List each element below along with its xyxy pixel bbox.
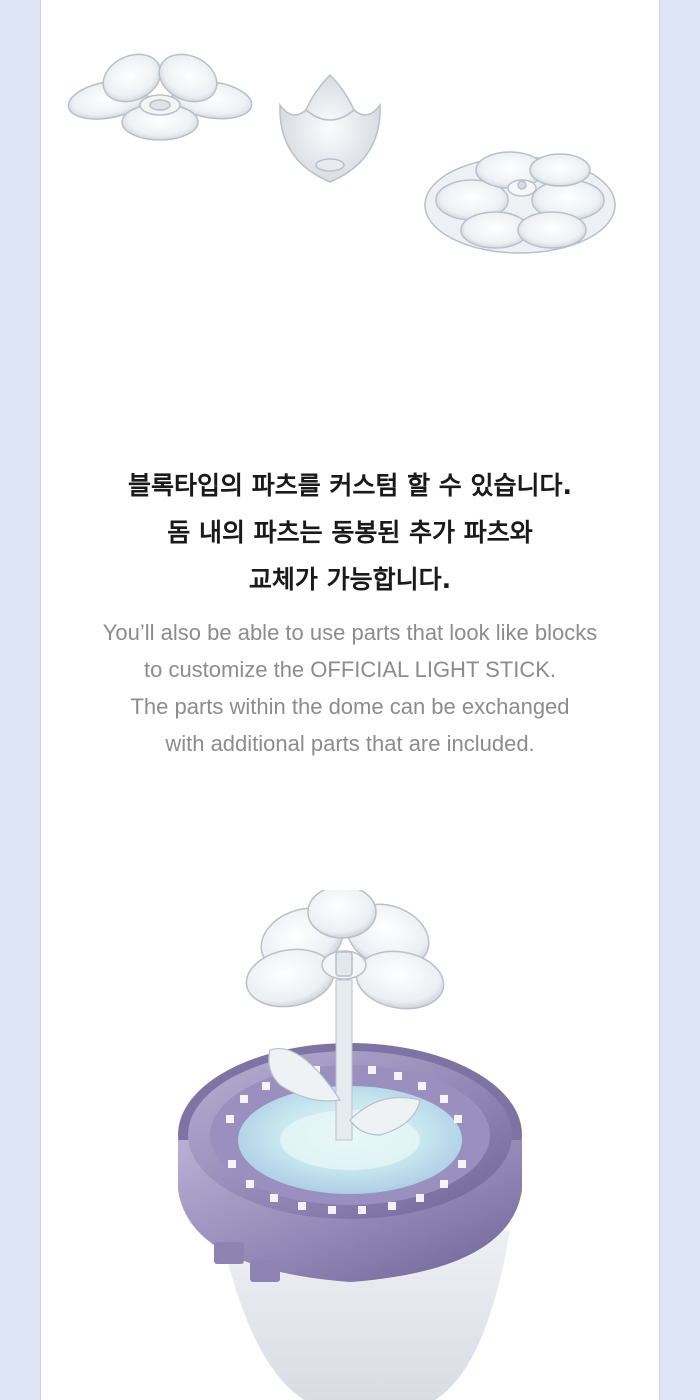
- disc-flower-part: [424, 151, 616, 254]
- english-description: You’ll also be able to use parts that lo…: [40, 614, 660, 762]
- english-line: to customize the OFFICIAL LIGHT STICK.: [143, 657, 556, 682]
- side-button: [214, 1242, 244, 1264]
- tulip-cup-part: [279, 73, 381, 183]
- side-button: [250, 1260, 280, 1282]
- light-stick-image: [178, 890, 522, 1400]
- flat-flower-part: [67, 53, 253, 141]
- english-line: with additional parts that are included.: [165, 731, 535, 756]
- flower-parts-image: [67, 53, 616, 254]
- korean-line: 돔 내의 파츠는 동봉된 추가 파츠와: [167, 518, 533, 547]
- flower-stem: [335, 979, 353, 1141]
- korean-line: 교체가 가능합니다.: [248, 565, 452, 594]
- english-line: You’ll also be able to use parts that lo…: [102, 620, 598, 645]
- korean-line: 블록타입의 파츠를 커스텀 할 수 있습니다.: [127, 471, 573, 500]
- korean-description: 블록타입의 파츠를 커스텀 할 수 있습니다. 돔 내의 파츠는 동봉된 추가 …: [40, 462, 660, 603]
- english-line: The parts within the dome can be exchang…: [130, 694, 570, 719]
